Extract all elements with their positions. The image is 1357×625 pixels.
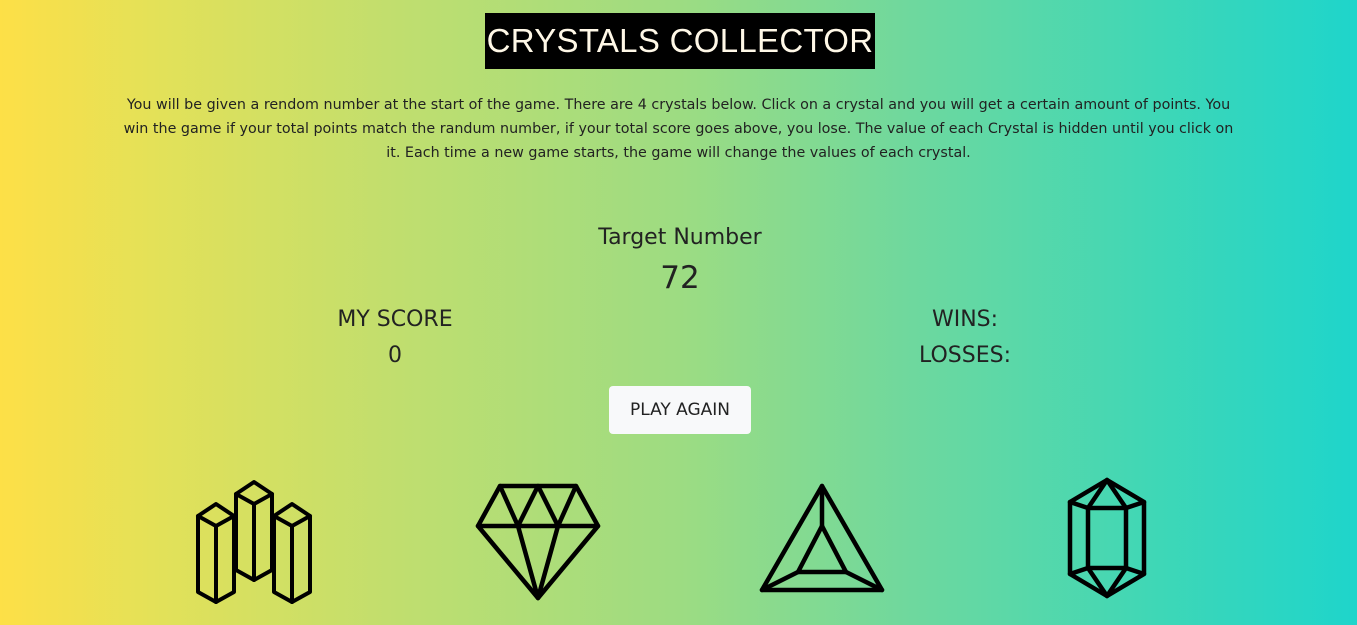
crystal-cluster-icon [196,480,312,604]
triangle-gem-icon [759,483,885,593]
title-banner: CRYSTALS COLLECTOR [485,13,875,69]
diamond-icon [475,483,601,601]
losses-label: LOSSES: [919,343,1011,368]
crystal-3[interactable] [758,474,886,598]
my-score-value: 0 [388,343,402,368]
wins-label: WINS: [931,307,999,332]
target-number-label: Target Number [598,225,762,250]
crystal-2[interactable] [474,474,602,602]
play-again-button[interactable]: PLAY AGAIN [609,386,751,434]
game-instructions: You will be given a rendom number at the… [123,97,1234,161]
my-score-label: MY SCORE [337,307,453,332]
crystal-4[interactable] [1064,474,1150,602]
hexagonal-crystal-icon [1067,477,1147,599]
crystal-1[interactable] [192,474,316,606]
target-number-value: 72 [660,260,700,296]
page-title: CRYSTALS COLLECTOR [486,22,874,59]
